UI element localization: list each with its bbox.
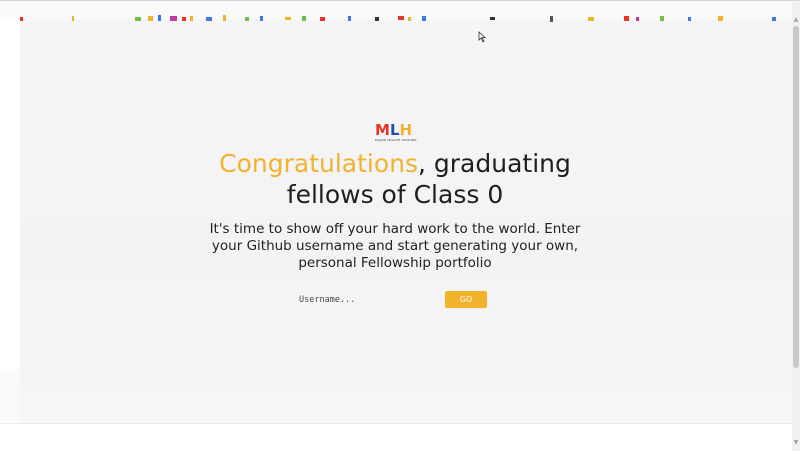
- scroll-up-arrow-icon[interactable]: ▲: [792, 16, 800, 24]
- scrollbar-thumb[interactable]: [793, 26, 799, 368]
- mlh-logo-letters: M L H: [375, 121, 417, 139]
- mlh-logo: M L H MAJOR LEAGUE HACKING: [375, 123, 417, 143]
- page-footer-area: [0, 423, 800, 452]
- username-input[interactable]: [290, 291, 430, 308]
- browser-viewport: M L H MAJOR LEAGUE HACKING Congratulatio…: [0, 0, 800, 452]
- logo-letter-l: L: [389, 121, 400, 139]
- logo-letter-h: H: [399, 121, 413, 139]
- username-form: GO: [290, 291, 490, 308]
- page-title: Congratulations, graduating fellows of C…: [200, 148, 590, 210]
- left-margin: [0, 19, 20, 369]
- mlh-logo-subtitle: MAJOR LEAGUE HACKING: [375, 138, 417, 142]
- title-accent: Congratulations: [219, 149, 419, 178]
- logo-letter-m: M: [375, 121, 390, 139]
- confetti-banner: [20, 15, 776, 22]
- mouse-pointer-icon: [478, 31, 487, 43]
- scroll-down-arrow-icon[interactable]: ▼: [792, 439, 800, 447]
- go-button[interactable]: GO: [445, 291, 487, 308]
- vertical-scrollbar[interactable]: ▲ ▼: [792, 2, 800, 451]
- page-subtitle: It's time to show off your hard work to …: [209, 221, 581, 271]
